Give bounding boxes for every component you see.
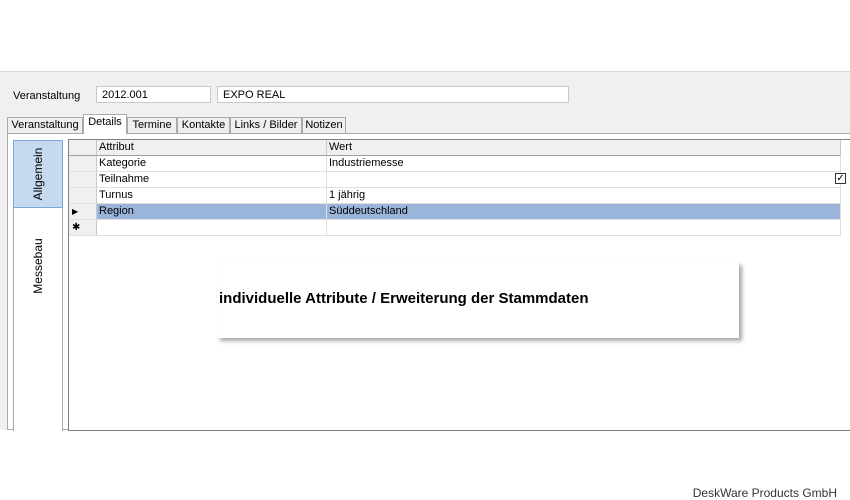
table-row-selected[interactable]: ▶ Region Süddeutschland bbox=[69, 204, 841, 220]
new-row[interactable]: ✱ bbox=[69, 220, 841, 236]
column-header-wert[interactable]: Wert bbox=[327, 140, 841, 156]
side-tab-allgemein[interactable]: Allgemein bbox=[13, 140, 63, 208]
table-row[interactable]: Kategorie Industriemesse bbox=[69, 156, 841, 172]
tab-links-bilder[interactable]: Links / Bilder bbox=[230, 117, 302, 134]
company-credit: DeskWare Products GmbH bbox=[692, 486, 837, 500]
table-row[interactable]: Turnus 1 jährig bbox=[69, 188, 841, 204]
attribute-cell[interactable] bbox=[97, 220, 327, 236]
value-cell[interactable]: Industriemesse bbox=[327, 156, 841, 172]
table-row[interactable]: Teilnahme ✓ bbox=[69, 172, 846, 188]
side-tab-allgemein-label: Allgemein bbox=[31, 147, 45, 201]
attribute-cell[interactable]: Teilnahme bbox=[97, 172, 327, 188]
value-cell[interactable]: 1 jährig bbox=[327, 188, 841, 204]
tab-details[interactable]: Details bbox=[83, 114, 127, 134]
tab-notizen[interactable]: Notizen bbox=[302, 117, 346, 134]
value-cell[interactable] bbox=[327, 220, 841, 236]
event-name-field[interactable]: EXPO REAL bbox=[217, 86, 569, 103]
tab-kontakte[interactable]: Kontakte bbox=[177, 117, 230, 134]
column-header-attribut[interactable]: Attribut bbox=[97, 140, 327, 156]
current-row-indicator[interactable]: ▶ bbox=[69, 204, 97, 220]
attribute-cell[interactable]: Region bbox=[97, 204, 327, 220]
teilnahme-checkbox[interactable]: ✓ bbox=[835, 173, 846, 184]
grid-header: Attribut Wert bbox=[69, 140, 841, 156]
new-row-indicator[interactable]: ✱ bbox=[69, 220, 97, 236]
attribute-cell[interactable]: Kategorie bbox=[97, 156, 327, 172]
side-tab-messebau[interactable]: Messebau bbox=[13, 208, 63, 431]
row-header[interactable] bbox=[69, 172, 97, 188]
value-cell[interactable]: Süddeutschland bbox=[327, 204, 841, 220]
row-header[interactable] bbox=[69, 188, 97, 204]
side-tab-messebau-label: Messebau bbox=[31, 238, 45, 294]
tab-veranstaltung[interactable]: Veranstaltung bbox=[7, 117, 83, 134]
annotation-text: individuelle Attribute / Erweiterung der… bbox=[219, 290, 589, 307]
tab-termine[interactable]: Termine bbox=[127, 117, 177, 134]
annotation-callout: individuelle Attribute / Erweiterung der… bbox=[217, 262, 739, 338]
veranstaltung-label: Veranstaltung bbox=[13, 90, 81, 102]
header-corner bbox=[69, 140, 97, 156]
event-code-field[interactable]: 2012.001 bbox=[96, 86, 211, 103]
application-window: Veranstaltung 2012.001 EXPO REAL Veranst… bbox=[0, 71, 850, 431]
attribute-cell[interactable]: Turnus bbox=[97, 188, 327, 204]
value-cell[interactable]: ✓ bbox=[327, 172, 846, 188]
row-header[interactable] bbox=[69, 156, 97, 172]
